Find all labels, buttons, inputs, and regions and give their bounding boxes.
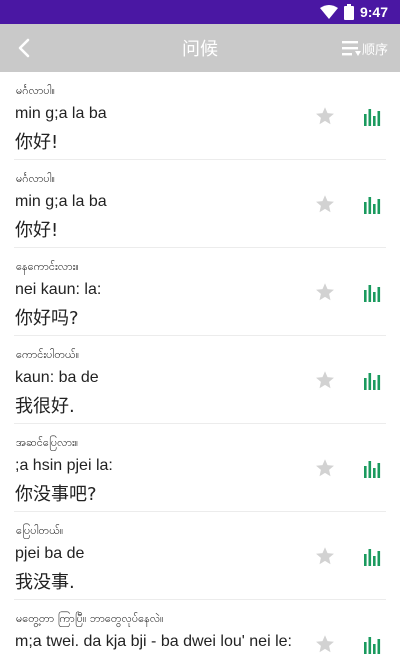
order-label: 顺序 [361, 42, 388, 58]
star-icon [315, 282, 335, 302]
phrase-list: မင်္ဂလာပါ။ min g;a la ba 你好! မင်္ဂလာပါ။ … [0, 72, 400, 660]
star-icon [315, 370, 335, 390]
app-bar: 问候 顺序 [0, 24, 400, 72]
favorite-button[interactable] [314, 193, 336, 215]
myanmar-text: ပြေပါတယ်။ [16, 524, 64, 537]
star-icon [315, 194, 335, 214]
romanized-text: min g;a la ba [15, 193, 107, 210]
battery-icon [343, 4, 354, 20]
sort-list-icon [341, 39, 361, 57]
romanized-text: m;a twei. da kja bji - ba dwei lou' nei … [15, 633, 292, 650]
favorite-button[interactable] [314, 545, 336, 567]
list-item[interactable]: မတွေ့တာ ကြာပြီ။ ဘာတွေလုပ်နေလဲ။ m;a twei.… [14, 600, 386, 660]
status-time: 9:47 [359, 4, 388, 20]
romanized-text: min g;a la ba [15, 105, 107, 122]
myanmar-text: မတွေ့တာ ကြာပြီ။ ဘာတွေလုပ်နေလဲ။ [16, 612, 164, 625]
list-item[interactable]: ကောင်းပါတယ်။ kaun: ba de 我很好. [14, 336, 386, 424]
order-button[interactable]: 顺序 [341, 36, 388, 60]
audio-bars-icon [363, 194, 383, 214]
star-icon [315, 106, 335, 126]
favorite-button[interactable] [314, 105, 336, 127]
chevron-left-icon [16, 38, 32, 58]
list-item[interactable]: ပြေပါတယ်။ pjei ba de 我没事. [14, 512, 386, 600]
chinese-text: 好久不见了，你最近在做什么? [15, 656, 259, 660]
favorite-button[interactable] [314, 369, 336, 391]
status-bar: 9:47 [0, 0, 400, 24]
favorite-button[interactable] [314, 281, 336, 303]
romanized-text: kaun: ba de [15, 369, 99, 386]
audio-bars-icon [363, 458, 383, 478]
play-audio-button[interactable] [362, 369, 384, 391]
play-audio-button[interactable] [362, 105, 384, 127]
wifi-icon [319, 5, 338, 19]
chinese-text: 你好! [15, 132, 59, 153]
audio-bars-icon [363, 546, 383, 566]
favorite-button[interactable] [314, 633, 336, 655]
page-title: 问候 [182, 39, 218, 60]
myanmar-text: မင်္ဂလာပါ။ [16, 84, 55, 97]
audio-bars-icon [363, 282, 383, 302]
list-item[interactable]: မင်္ဂလာပါ။ min g;a la ba 你好! [14, 72, 386, 160]
play-audio-button[interactable] [362, 193, 384, 215]
myanmar-text: နေကောင်းလား။ [16, 260, 79, 273]
chinese-text: 你好吗? [15, 308, 79, 329]
audio-bars-icon [363, 634, 383, 654]
star-icon [315, 546, 335, 566]
list-item[interactable]: အဆင်ပြေလား။ ;a hsin pjei la: 你没事吧? [14, 424, 386, 512]
romanized-text: nei kaun: la: [15, 281, 102, 298]
favorite-button[interactable] [314, 457, 336, 479]
romanized-text: ;a hsin pjei la: [15, 457, 113, 474]
audio-bars-icon [363, 106, 383, 126]
myanmar-text: ကောင်းပါတယ်။ [16, 348, 80, 361]
list-item[interactable]: မင်္ဂလာပါ။ min g;a la ba 你好! [14, 160, 386, 248]
star-icon [315, 458, 335, 478]
play-audio-button[interactable] [362, 633, 384, 655]
chinese-text: 你没事吧? [15, 484, 97, 505]
myanmar-text: မင်္ဂလာပါ။ [16, 172, 55, 185]
list-item[interactable]: နေကောင်းလား။ nei kaun: la: 你好吗? [14, 248, 386, 336]
play-audio-button[interactable] [362, 545, 384, 567]
play-audio-button[interactable] [362, 281, 384, 303]
chinese-text: 你好! [15, 220, 59, 241]
star-icon [315, 634, 335, 654]
chinese-text: 我很好. [15, 396, 75, 417]
audio-bars-icon [363, 370, 383, 390]
chinese-text: 我没事. [15, 572, 75, 593]
romanized-text: pjei ba de [15, 545, 85, 562]
back-button[interactable] [8, 32, 40, 64]
myanmar-text: အဆင်ပြေလား။ [16, 436, 79, 449]
play-audio-button[interactable] [362, 457, 384, 479]
